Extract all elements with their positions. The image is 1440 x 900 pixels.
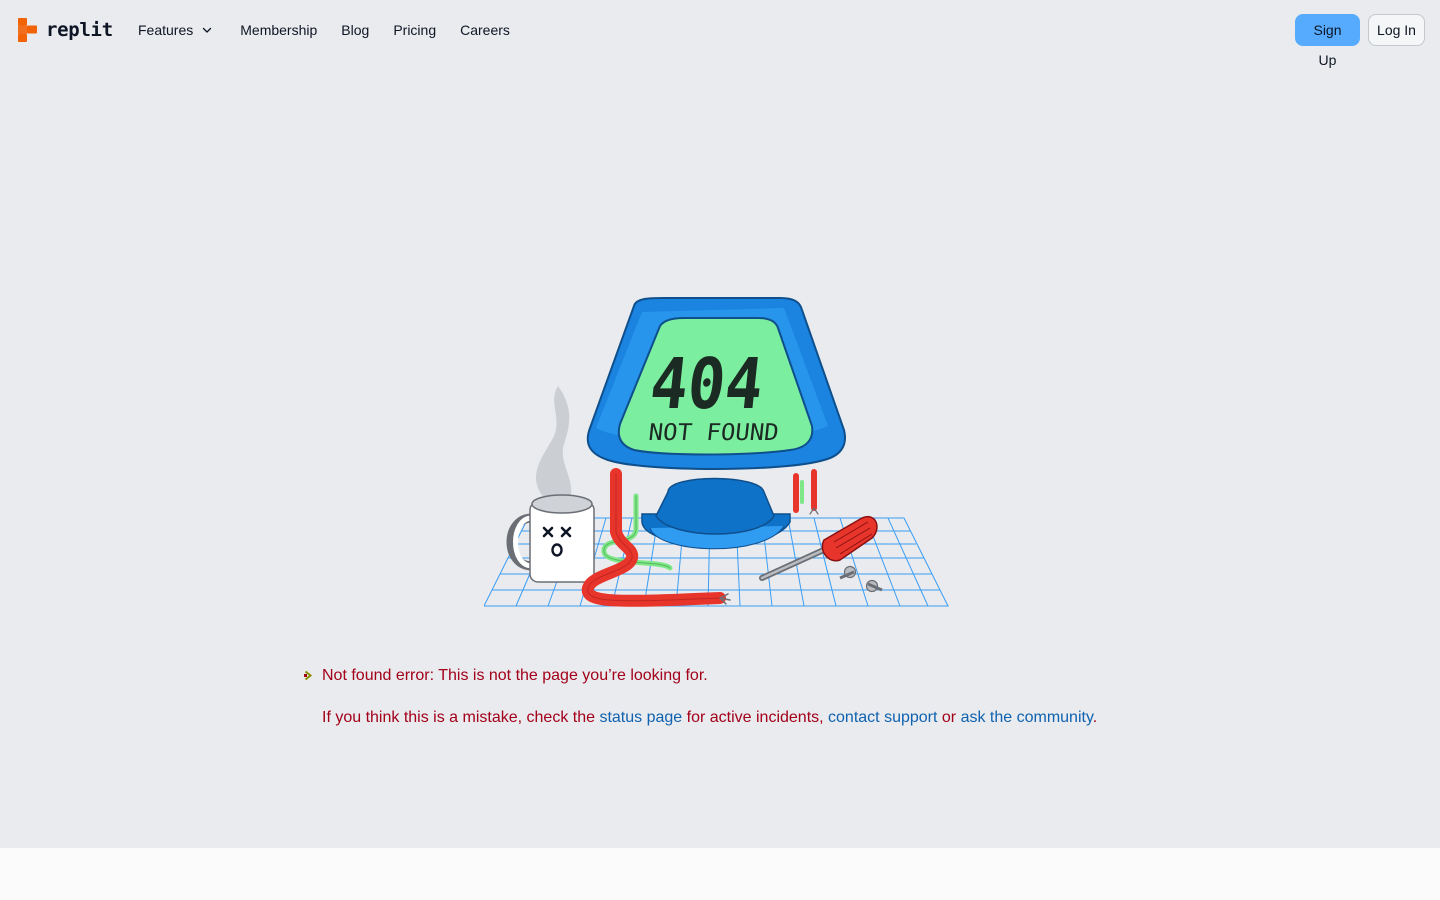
nav-features-label: Features [138,22,194,38]
monitor: 404 NOT FOUND [586,297,846,470]
hint-prefix: If you think this is a mistake, check th… [322,709,600,726]
screws [839,565,883,593]
error-title-row: Not found error: This is not the page yo… [304,664,1204,688]
steam [536,386,572,500]
nav-item-careers[interactable]: Careers [460,19,510,41]
error-hint: If you think this is a mistake, check th… [304,706,1204,730]
top-navigation-bar: replit Features Membership Blog Pricing … [0,0,1440,68]
nav-item-membership[interactable]: Membership [240,19,317,41]
main-nav: Features Membership Blog Pricing Careers [138,19,510,41]
404-illustration: 404 NOT FOUND [484,297,949,607]
footer-band [0,848,1440,900]
chevron-right-icon [304,670,313,681]
brand-name: replit [46,19,113,41]
hint-mid-2: or [937,709,961,726]
nav-item-blog[interactable]: Blog [341,19,369,41]
sign-up-button[interactable]: Sign Up [1295,14,1360,68]
nav-features-dropdown[interactable]: Features [138,19,213,41]
replit-logo-link[interactable]: replit [18,18,113,42]
hint-mid-1: for active incidents, [682,709,829,726]
error-message: Not found error: This is not the page yo… [304,664,1204,730]
nav-item-pricing[interactable]: Pricing [393,19,436,41]
mug [506,494,595,583]
hint-suffix: . [1092,709,1098,726]
log-in-button[interactable]: Log In [1368,14,1425,46]
replit-logo-icon [18,18,37,42]
ask-community-link[interactable]: ask the community [961,709,1093,726]
screen-caption: NOT FOUND [647,420,780,446]
screen-code: 404 [646,343,767,425]
error-title: Not found error: This is not the page yo… [322,667,708,684]
contact-support-link[interactable]: contact support [828,709,937,726]
status-page-link[interactable]: status page [599,709,682,726]
monitor-stand [641,477,791,550]
auth-actions: Sign Up Log In [1295,14,1425,68]
chevron-down-icon [203,27,212,33]
